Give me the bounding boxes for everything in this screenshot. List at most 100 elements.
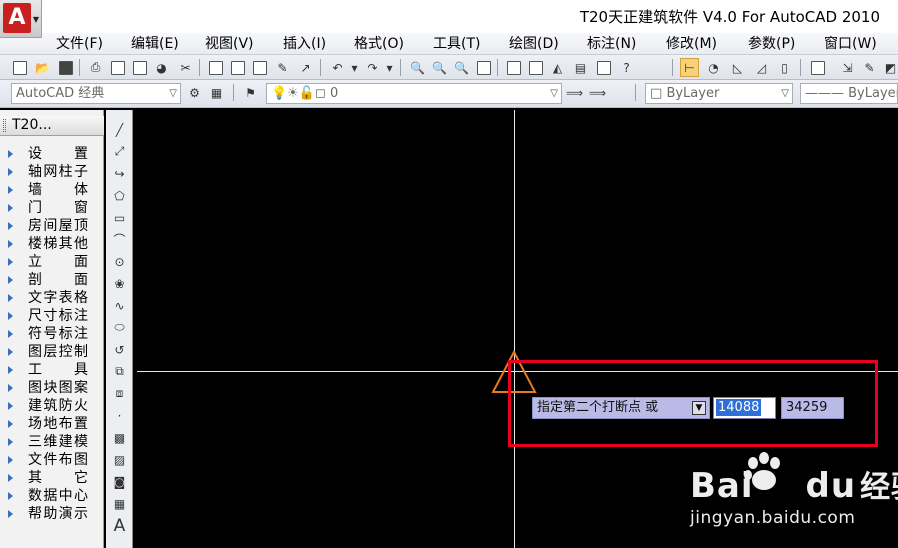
panel-item[interactable]: 符号标注 <box>0 325 104 343</box>
panel-item[interactable]: 尺寸标注 <box>0 307 104 325</box>
3d-dwf-icon[interactable]: ◕ <box>152 58 171 77</box>
gradient-icon[interactable]: ▨ <box>110 450 129 469</box>
panel-item[interactable]: 帮助演示 <box>0 505 104 523</box>
menu-dimension[interactable]: 标注(N) <box>587 34 636 54</box>
dimension-baseline-icon[interactable]: ◿ <box>752 58 771 77</box>
menu-modify[interactable]: 修改(M) <box>666 34 717 54</box>
properties-icon[interactable] <box>504 58 523 77</box>
workspace-select[interactable]: AutoCAD 经典 ▽ <box>11 83 181 104</box>
spline-icon[interactable]: ∿ <box>110 296 129 315</box>
panel-item[interactable]: 图块图案 <box>0 379 104 397</box>
undo-dropdown-icon[interactable]: ▾ <box>345 58 364 77</box>
insert-block-icon[interactable]: ⧉ <box>110 362 129 381</box>
paste-special-icon[interactable]: ↗ <box>296 58 315 77</box>
point-icon[interactable]: · <box>110 406 129 425</box>
layer-walk-icon[interactable]: ⇲ <box>838 58 857 77</box>
pencil-icon[interactable]: ✎ <box>860 58 879 77</box>
zoom-realtime-icon[interactable]: 🔍 <box>430 58 449 77</box>
panel-item[interactable]: 建筑防火 <box>0 397 104 415</box>
block-editor-icon[interactable]: ✎ <box>273 58 292 77</box>
drag-handle-icon[interactable] <box>3 119 6 132</box>
table-icon[interactable]: ▦ <box>110 494 129 513</box>
hatch-icon[interactable]: ▩ <box>110 428 129 447</box>
menu-insert[interactable]: 插入(I) <box>283 34 326 54</box>
layer-select[interactable]: 💡☀🔓◻ 0 ▽ <box>266 83 562 104</box>
dimension-linear-icon[interactable]: ⊢ <box>680 58 699 77</box>
panel-item[interactable]: 文字表格 <box>0 289 104 307</box>
print-icon[interactable]: ⎙ <box>86 58 105 77</box>
dimension-angle-icon[interactable]: ◺ <box>728 58 747 77</box>
multiline-text-icon[interactable]: A <box>110 516 129 536</box>
arc-icon[interactable]: ⌒ <box>110 230 129 249</box>
menu-tools[interactable]: 工具(T) <box>433 34 480 54</box>
paste-icon[interactable] <box>228 58 247 77</box>
options-arrow-icon[interactable]: ▼ <box>692 401 706 415</box>
dimension-radius-icon[interactable]: ◔ <box>704 58 723 77</box>
line-icon[interactable]: ╱ <box>110 120 129 139</box>
layer-previous-icon[interactable] <box>808 58 827 77</box>
x-coordinate-input[interactable]: 14088 <box>713 397 776 419</box>
panel-item[interactable]: 工具 <box>0 361 104 379</box>
menu-draw[interactable]: 绘图(D) <box>509 34 559 54</box>
panel-item[interactable]: 房间屋顶 <box>0 217 104 235</box>
circle-icon[interactable]: ⊙ <box>110 252 129 271</box>
panel-item[interactable]: 文件布图 <box>0 451 104 469</box>
menu-view[interactable]: 视图(V) <box>205 34 254 54</box>
layer-manager-icon[interactable]: ⚑ <box>241 83 260 102</box>
menu-file[interactable]: 文件(F) <box>56 34 103 54</box>
workspace-settings-icon[interactable]: ⚙ <box>185 83 204 102</box>
publish-icon[interactable] <box>130 58 149 77</box>
panel-item[interactable]: 轴网柱子 <box>0 163 104 181</box>
panel-item[interactable]: 门窗 <box>0 199 104 217</box>
annotation-icon[interactable]: ◩ <box>881 58 898 77</box>
menu-edit[interactable]: 编辑(E) <box>131 34 179 54</box>
make-object-layer-current-icon[interactable]: ⟹ <box>565 83 584 102</box>
polygon-icon[interactable]: ⬠ <box>110 186 129 205</box>
save-icon[interactable] <box>56 58 75 77</box>
tool-palettes-icon[interactable]: ◭ <box>548 58 567 77</box>
markup-icon[interactable] <box>594 58 613 77</box>
panel-item[interactable]: 场地布置 <box>0 415 104 433</box>
panel-item[interactable]: 数据中心 <box>0 487 104 505</box>
panel-header[interactable]: T20... <box>0 116 104 136</box>
help-icon[interactable]: ? <box>617 58 636 77</box>
panel-item[interactable]: 剖面 <box>0 271 104 289</box>
application-menu-button[interactable]: A ▼ <box>0 0 42 38</box>
y-coordinate-input[interactable]: 34259 <box>781 397 844 419</box>
zoom-previous-icon[interactable] <box>474 58 493 77</box>
sheet-set-icon[interactable]: ▤ <box>571 58 590 77</box>
cut-icon[interactable]: ✂ <box>176 58 195 77</box>
construction-line-icon[interactable]: ⤢ <box>110 142 129 161</box>
zoom-window-icon[interactable]: 🔍 <box>452 58 471 77</box>
redo-dropdown-icon[interactable]: ▾ <box>380 58 399 77</box>
match-properties-icon[interactable] <box>250 58 269 77</box>
panel-item[interactable]: 楼梯其他 <box>0 235 104 253</box>
panel-item[interactable]: 其它 <box>0 469 104 487</box>
dimension-style-icon[interactable]: ▯ <box>775 58 794 77</box>
polyline-icon[interactable]: ↪ <box>110 164 129 183</box>
open-file-icon[interactable]: 📂 <box>33 58 52 77</box>
panel-item[interactable]: 三维建模 <box>0 433 104 451</box>
revision-cloud-icon[interactable]: ❀ <box>110 274 129 293</box>
new-file-icon[interactable] <box>10 58 29 77</box>
ellipse-icon[interactable]: ⬭ <box>110 318 129 337</box>
panel-item[interactable]: 图层控制 <box>0 343 104 361</box>
menu-format[interactable]: 格式(O) <box>354 34 404 54</box>
menu-window[interactable]: 窗口(W) <box>824 34 877 54</box>
rectangle-icon[interactable]: ▭ <box>110 208 129 227</box>
copy-icon[interactable] <box>206 58 225 77</box>
layer-previous-icon[interactable]: ⟹ <box>588 83 607 102</box>
menu-parameters[interactable]: 参数(P) <box>748 34 795 54</box>
color-select[interactable]: □ ByLayer ▽ <box>645 83 793 104</box>
pan-icon[interactable]: 🔍 <box>408 58 427 77</box>
panel-item[interactable]: 设置 <box>0 145 104 163</box>
customize-icon[interactable]: ▦ <box>207 83 226 102</box>
make-block-icon[interactable]: ⧈ <box>110 384 129 403</box>
ellipse-arc-icon[interactable]: ↺ <box>110 340 129 359</box>
linetype-select[interactable]: ——— ByLayer <box>800 83 898 104</box>
region-icon[interactable]: ◙ <box>110 472 129 491</box>
print-preview-icon[interactable] <box>108 58 127 77</box>
panel-item[interactable]: 墙体 <box>0 181 104 199</box>
panel-item[interactable]: 立面 <box>0 253 104 271</box>
design-center-icon[interactable] <box>526 58 545 77</box>
